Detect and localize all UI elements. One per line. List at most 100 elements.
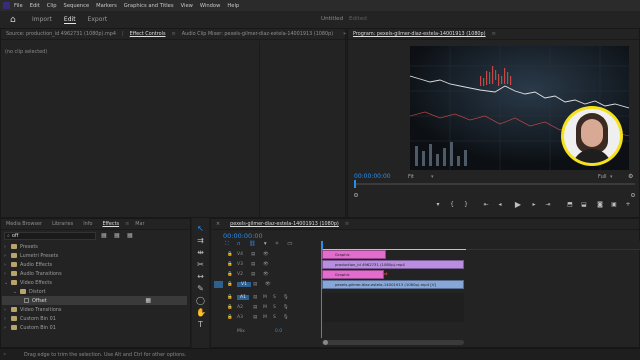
pen-tool-icon[interactable]: ✎ bbox=[196, 284, 205, 293]
fit-chevron-icon[interactable]: ▾ bbox=[431, 174, 434, 180]
hand-tool-icon[interactable]: ✋ bbox=[196, 308, 206, 317]
tab-export[interactable]: Export bbox=[88, 16, 108, 23]
tab-effect-controls[interactable]: Effect Controls bbox=[125, 31, 171, 37]
menu-clip[interactable]: Clip bbox=[47, 3, 57, 9]
type-tool-icon[interactable]: T bbox=[196, 320, 205, 329]
step-forward-icon[interactable]: ▸ bbox=[530, 201, 538, 208]
tree-item-video-transitions[interactable]: › Video Transitions bbox=[4, 305, 61, 314]
tree-item-distort[interactable]: ⌄ Distort bbox=[13, 287, 46, 296]
program-scrubber[interactable] bbox=[354, 180, 635, 188]
scroll-handle-left[interactable] bbox=[323, 340, 328, 345]
slip-tool-icon[interactable]: ↔ bbox=[196, 272, 205, 281]
close-sequence-icon[interactable]: × bbox=[211, 221, 225, 227]
program-playhead[interactable] bbox=[354, 180, 356, 188]
track-header-a2[interactable]: 🔒 A2 ▤ M S 🎙 bbox=[211, 303, 321, 312]
program-video-frame[interactable] bbox=[410, 46, 629, 170]
menu-edit[interactable]: Edit bbox=[30, 3, 40, 9]
menu-help[interactable]: Help bbox=[227, 3, 239, 9]
menu-graphics[interactable]: Graphics and Titles bbox=[124, 3, 174, 9]
lock-icon[interactable]: 🔒 bbox=[227, 252, 237, 257]
microphone-icon[interactable]: 🎙 bbox=[283, 305, 289, 310]
quality-chevron-icon[interactable]: ▾ bbox=[610, 174, 613, 180]
lock-icon[interactable]: 🔒 bbox=[227, 305, 237, 310]
ellipse-tool-icon[interactable]: ◯ bbox=[196, 296, 205, 305]
tree-item-custom-bin-2[interactable]: › Custom Bin 01 bbox=[4, 323, 56, 332]
scrub-end-icon[interactable] bbox=[631, 193, 635, 197]
insert-nest-icon[interactable]: ⛶ bbox=[225, 241, 229, 248]
marker-icon[interactable]: ▾ bbox=[264, 241, 267, 248]
lock-icon[interactable]: 🔒 bbox=[227, 295, 237, 300]
tab-markers[interactable]: Mar bbox=[130, 221, 149, 227]
menu-window[interactable]: Window bbox=[200, 3, 220, 9]
mix-value[interactable]: 0.0 bbox=[275, 329, 282, 334]
timeline-ruler[interactable] bbox=[321, 241, 640, 250]
linked-selection-icon[interactable]: ⛓ bbox=[249, 241, 256, 248]
tree-item-video-effects[interactable]: ⌄ Video Effects bbox=[4, 278, 52, 287]
mute-button[interactable]: M bbox=[263, 305, 273, 310]
effects-search-box[interactable]: ⌕ off bbox=[4, 232, 96, 240]
extract-icon[interactable]: ⬓ bbox=[580, 201, 588, 208]
lock-icon[interactable]: 🔒 bbox=[227, 315, 237, 320]
tab-sequence[interactable]: pexels-gilmer-diaz-estela-14001913 (1080… bbox=[225, 221, 344, 227]
tab-program[interactable]: Program: pexels-gilmer-diaz-estela-14001… bbox=[348, 31, 491, 37]
accelerated-effects-icon[interactable]: ▦ bbox=[101, 232, 107, 239]
eye-icon[interactable]: 👁 bbox=[265, 282, 271, 287]
sync-icon[interactable]: ▤ bbox=[253, 295, 263, 300]
lock-icon[interactable]: 🔒 bbox=[227, 272, 237, 277]
tree-item-custom-bin-1[interactable]: › Custom Bin 01 bbox=[4, 314, 56, 323]
tab-media-browser[interactable]: Media Browser bbox=[1, 221, 47, 227]
go-to-in-icon[interactable]: ⇤ bbox=[482, 201, 490, 208]
menu-file[interactable]: File bbox=[14, 3, 23, 9]
track-header-a1[interactable]: 🔒 A1 ▤ M S 🎙 bbox=[211, 293, 321, 302]
razor-tool-icon[interactable]: ✂ bbox=[196, 260, 205, 269]
solo-button[interactable]: S bbox=[273, 295, 283, 300]
compare-icon[interactable]: ▣ bbox=[610, 201, 618, 208]
mark-in-icon[interactable]: { bbox=[448, 201, 456, 208]
track-header-v4[interactable]: 🔒 V4 ▤ 👁 bbox=[211, 250, 321, 259]
mute-button[interactable]: M bbox=[263, 295, 273, 300]
program-timecode[interactable]: 00:00:00:00 bbox=[354, 173, 391, 180]
menu-markers[interactable]: Markers bbox=[96, 3, 117, 9]
add-marker-icon[interactable]: ▾ bbox=[434, 201, 442, 208]
audio-track-area[interactable] bbox=[322, 293, 464, 322]
32bit-effects-icon[interactable]: ▦ bbox=[114, 232, 120, 239]
tree-item-lumetri-presets[interactable]: › Lumetri Presets bbox=[4, 251, 58, 260]
solo-button[interactable]: S bbox=[273, 305, 283, 310]
mark-out-icon[interactable]: } bbox=[462, 201, 470, 208]
home-icon[interactable]: ⌂ bbox=[10, 15, 20, 25]
tab-audio-clip-mixer[interactable]: Audio Clip Mixer: pexels-gilmer-diaz-est… bbox=[177, 31, 338, 37]
solo-button[interactable]: S bbox=[273, 315, 283, 320]
clip-graphic-v2[interactable]: Graphic bbox=[322, 270, 384, 279]
sync-icon[interactable]: ▤ bbox=[253, 315, 263, 320]
scrub-start-icon[interactable] bbox=[354, 193, 358, 197]
clip-graphic-v4[interactable]: Graphic bbox=[322, 250, 386, 259]
selection-tool-icon[interactable]: ↖ bbox=[196, 224, 205, 233]
tab-effects[interactable]: Effects bbox=[97, 221, 124, 227]
clip-production-v3[interactable]: production_id 4962731 (1080p).mp4 bbox=[322, 260, 464, 269]
microphone-icon[interactable]: 🎙 bbox=[283, 295, 289, 300]
mute-button[interactable]: M bbox=[263, 315, 273, 320]
tab-import[interactable]: Import bbox=[32, 16, 52, 23]
captions-icon[interactable]: ▭ bbox=[287, 241, 292, 248]
eye-icon[interactable]: 👁 bbox=[263, 272, 269, 277]
tab-info[interactable]: Info bbox=[78, 221, 97, 227]
timeline-horizontal-scrollbar[interactable] bbox=[322, 340, 464, 345]
yuv-effects-icon[interactable]: ▦ bbox=[127, 232, 133, 239]
go-to-out-icon[interactable]: ⇥ bbox=[544, 201, 552, 208]
wrench-icon[interactable]: ⚙ bbox=[628, 173, 633, 180]
sync-icon[interactable]: ▤ bbox=[251, 272, 263, 277]
add-button-icon[interactable]: + bbox=[624, 201, 632, 208]
sync-icon[interactable]: ▤ bbox=[251, 252, 263, 257]
tree-item-audio-effects[interactable]: › Audio Effects bbox=[4, 260, 52, 269]
sync-icon[interactable]: ▤ bbox=[253, 305, 263, 310]
lock-icon[interactable]: 🔒 bbox=[227, 262, 237, 267]
microphone-icon[interactable]: 🎙 bbox=[283, 315, 289, 320]
tab-source[interactable]: Source: production_id 4962731 (1080p).mp… bbox=[1, 31, 121, 37]
timeline-timecode[interactable]: 00:00:00:00 bbox=[223, 232, 263, 240]
menu-view[interactable]: View bbox=[181, 3, 193, 9]
eye-icon[interactable]: 👁 bbox=[263, 252, 269, 257]
track-header-a3[interactable]: 🔒 A3 ▤ M S 🎙 bbox=[211, 313, 321, 322]
quality-dropdown[interactable]: Full bbox=[598, 174, 607, 180]
sync-icon[interactable]: ▤ bbox=[251, 262, 263, 267]
camera-icon[interactable]: ◙ bbox=[596, 201, 604, 208]
